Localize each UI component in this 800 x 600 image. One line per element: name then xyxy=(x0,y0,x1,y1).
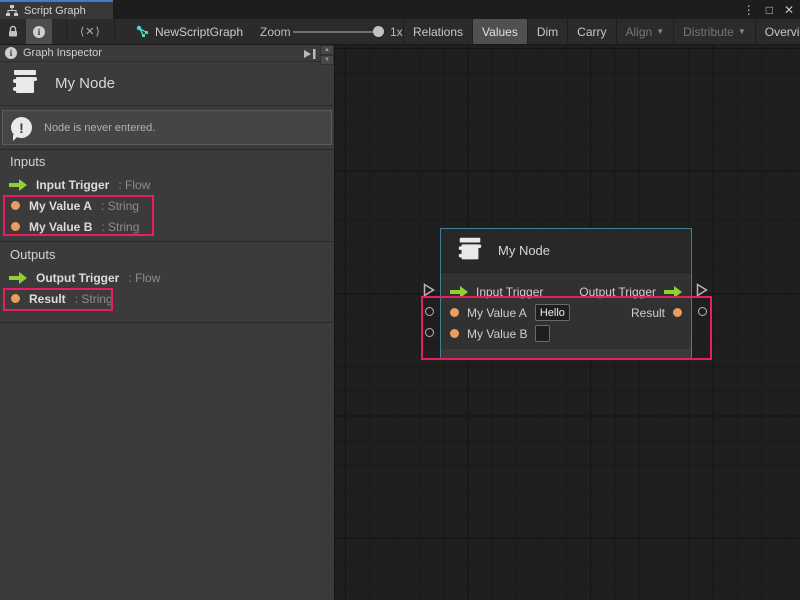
dock-panel-button[interactable] xyxy=(302,47,317,60)
section-divider xyxy=(0,149,335,150)
chevron-down-icon: ▼ xyxy=(656,27,664,36)
port-row-input-trigger: Input Trigger : Flow xyxy=(0,174,335,195)
flow-arrow-icon xyxy=(9,272,27,284)
script-graph-icon xyxy=(6,5,18,17)
annotation-box-result xyxy=(3,288,113,311)
graph-canvas[interactable]: My Node Input Trigger Output Trigger My … xyxy=(335,45,800,600)
zoom-label: Zoom xyxy=(260,19,291,44)
inspected-node-title: My Node xyxy=(55,75,115,92)
toolbar-left-group: i ⟨✕⟩ xyxy=(0,19,115,44)
graph-breadcrumb[interactable]: NewScriptGraph xyxy=(136,19,243,44)
graph-asset-icon xyxy=(136,25,149,38)
flow-input-port[interactable] xyxy=(423,283,435,297)
section-divider xyxy=(0,241,335,242)
menu-kebab-icon[interactable]: ⋮ xyxy=(743,4,755,16)
close-icon[interactable]: ✕ xyxy=(784,4,794,16)
section-divider xyxy=(0,322,335,323)
relations-button[interactable]: Relations xyxy=(403,19,472,44)
warning-text: Node is never entered. xyxy=(44,122,155,134)
node-header[interactable]: My Node xyxy=(441,229,691,273)
graph-asset-name: NewScriptGraph xyxy=(155,25,243,39)
tab-bar: Script Graph ⋮ □ ✕ xyxy=(0,0,800,19)
toolbar: i ⟨✕⟩ NewScriptGraph Zoom 1x Relations V… xyxy=(0,19,800,45)
scroll-up-button[interactable]: ▲ xyxy=(320,45,334,55)
node-icon xyxy=(455,234,485,267)
outputs-section-title: Outputs xyxy=(10,247,56,262)
inputs-section-title: Inputs xyxy=(10,154,45,169)
flow-output-port[interactable] xyxy=(696,283,708,297)
graph-inspector-panel: i Graph Inspector ▲ ▼ My Node ! Node is … xyxy=(0,45,335,600)
tab-label: Script Graph xyxy=(24,5,86,17)
lock-button[interactable] xyxy=(0,19,26,44)
window-controls: ⋮ □ ✕ xyxy=(743,0,794,19)
align-dropdown[interactable]: Align▼ xyxy=(616,19,674,44)
flow-arrow-icon xyxy=(9,179,27,191)
inspector-header: i Graph Inspector xyxy=(0,45,334,62)
toolbar-right-group: Relations Values Dim Carry Align▼ Distri… xyxy=(403,19,800,44)
lock-icon xyxy=(7,25,19,38)
distribute-dropdown[interactable]: Distribute▼ xyxy=(673,19,755,44)
dim-button[interactable]: Dim xyxy=(527,19,567,44)
toolbar-separator xyxy=(114,19,115,44)
annotation-box-inputs xyxy=(3,195,154,236)
overview-button[interactable]: Overview xyxy=(755,19,800,44)
node-title: My Node xyxy=(498,243,550,258)
carry-button[interactable]: Carry xyxy=(567,19,615,44)
code-view-button[interactable]: ⟨✕⟩ xyxy=(67,19,114,44)
code-icon: ⟨✕⟩ xyxy=(80,25,101,38)
zoom-slider-track[interactable] xyxy=(293,31,383,33)
zoom-value: 1x xyxy=(390,19,403,44)
inspector-title: Graph Inspector xyxy=(23,47,102,59)
maximize-icon[interactable]: □ xyxy=(766,4,773,16)
node-icon xyxy=(9,66,41,102)
inspected-node-section: My Node xyxy=(0,62,334,106)
chevron-down-icon: ▼ xyxy=(738,27,746,36)
values-button[interactable]: Values xyxy=(472,19,527,44)
zoom-slider-handle[interactable] xyxy=(373,26,384,37)
warning-icon: ! xyxy=(11,117,32,138)
annotation-box-node-values xyxy=(421,296,712,360)
info-icon: i xyxy=(5,47,17,59)
tab-script-graph[interactable]: Script Graph xyxy=(0,0,113,19)
port-row-output-trigger: Output Trigger : Flow xyxy=(0,267,335,288)
warning-banner: ! Node is never entered. xyxy=(2,110,332,145)
info-icon: i xyxy=(33,26,45,38)
inspector-toggle-button[interactable]: i xyxy=(26,19,52,44)
